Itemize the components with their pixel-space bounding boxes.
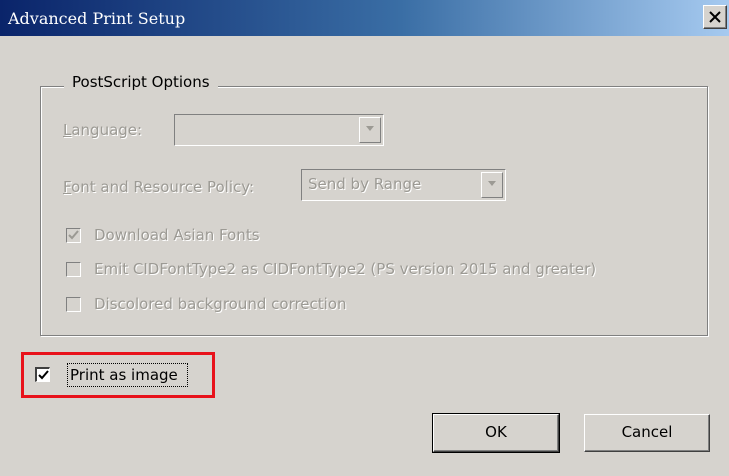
font-policy-label: Font and Resource Policy: [63,178,255,196]
language-dropdown [174,114,384,146]
print-as-image-label[interactable]: Print as image [70,366,178,384]
download-asian-fonts-checkbox [66,228,81,243]
chevron-down-icon [366,126,374,131]
title-bar: Advanced Print Setup [0,0,729,36]
close-button[interactable] [703,5,727,29]
group-title: PostScript Options [64,73,218,91]
language-dropdown-button [359,117,381,143]
checkmark-icon [68,230,79,240]
close-icon [709,11,721,23]
discolored-background-label: Discolored background correction [94,295,347,313]
emit-cidfonttype2-label: Emit CIDFontType2 as CIDFontType2 (PS ve… [94,260,597,278]
window-title: Advanced Print Setup [8,9,186,28]
language-label-rest: anguage: [71,121,143,139]
checkmark-icon [38,370,49,380]
font-policy-dropdown: Send by Range [301,169,506,201]
chevron-down-icon [488,181,496,186]
ok-button[interactable]: OK [432,413,560,453]
font-policy-value: Send by Range [308,175,422,193]
emit-cidfonttype2-checkbox [66,262,81,277]
print-as-image-checkbox[interactable] [35,367,50,382]
language-label: Language: [63,121,143,139]
download-asian-fonts-label: Download Asian Fonts [94,226,260,244]
cancel-button[interactable]: Cancel [584,414,710,452]
discolored-background-checkbox [66,297,81,312]
font-policy-dropdown-button [481,172,503,198]
font-policy-label-rest: ont and Resource Policy: [71,178,255,196]
